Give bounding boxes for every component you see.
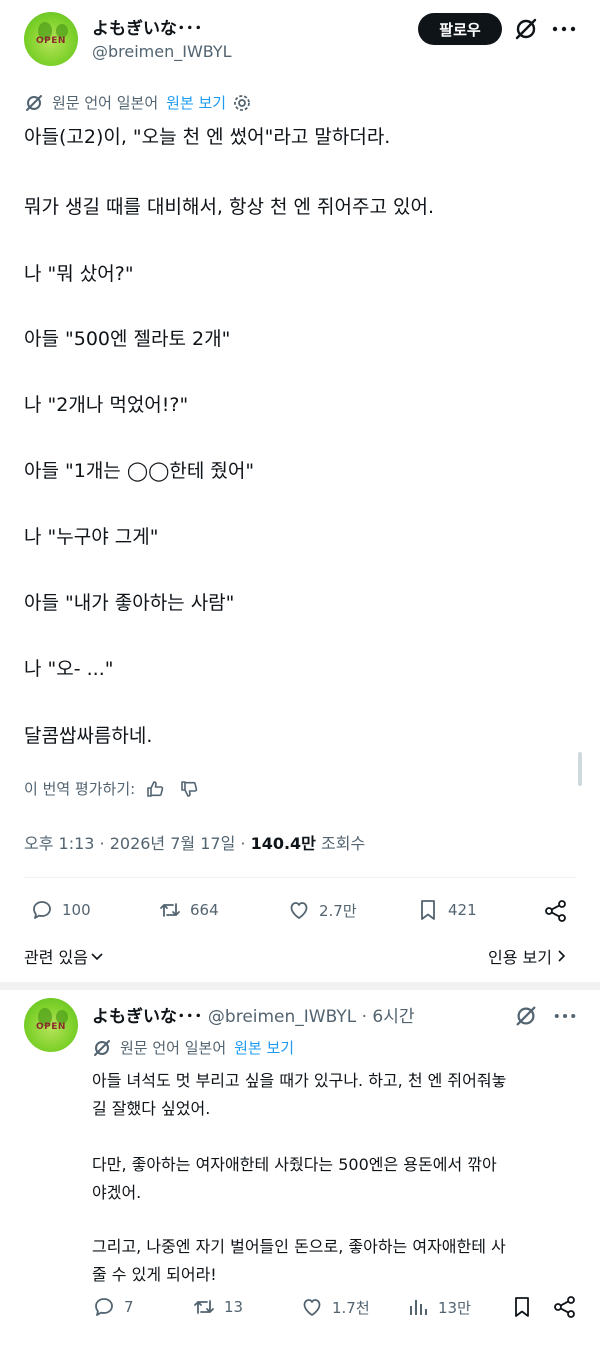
reply-count: 100 <box>62 901 91 919</box>
post-line: 나 "2개나 먹었어!?" <box>24 394 189 416</box>
reply-author-handle[interactable]: @breimen_IWBYL <box>208 1007 356 1027</box>
author-handle[interactable]: @breimen_IWBYL <box>92 42 232 61</box>
retweet-button[interactable]: 664 <box>158 898 219 922</box>
views-label: 조회수 <box>321 834 366 853</box>
views-count: 140.4만 <box>250 834 316 853</box>
reply-retweet-button[interactable]: 13 <box>192 1295 243 1319</box>
views-icon <box>406 1295 438 1319</box>
reply-translation-label: 원문 언어 일본어 <box>120 1039 227 1057</box>
retweet-count: 664 <box>190 901 219 919</box>
bookmark-icon <box>416 898 448 922</box>
reply-like-button[interactable]: 1.7천 <box>300 1295 370 1319</box>
post-line: 아들 "500엔 젤라토 2개" <box>24 328 231 350</box>
thumbs-down-icon[interactable] <box>179 779 199 799</box>
bookmark-count: 421 <box>448 901 477 919</box>
follow-button-label: 팔로우 <box>439 20 481 39</box>
post-line: 나 "오- ..." <box>24 658 114 680</box>
section-divider <box>0 982 600 990</box>
reply-time[interactable]: · 6시간 <box>362 1007 415 1027</box>
share-icon[interactable] <box>543 898 569 924</box>
post-line: 나 "뭐 샀어?" <box>24 263 134 285</box>
reply-author-name[interactable]: よもぎいな･･･ <box>92 1007 203 1027</box>
reply-button[interactable]: 100 <box>30 898 91 922</box>
more-icon[interactable] <box>552 26 576 32</box>
thumbs-up-icon[interactable] <box>145 779 165 799</box>
translation-label: 원문 언어 일본어 <box>52 94 159 112</box>
divider <box>24 877 576 878</box>
reply-view-original-link[interactable]: 원본 보기 <box>234 1037 294 1058</box>
rate-translation-label: 이 번역 평가하기: <box>24 780 136 798</box>
chevron-right-icon <box>556 949 568 963</box>
reply-line: 야겠어. <box>92 1183 142 1202</box>
post-line: 아들 "1개는 ◯◯한테 줬어" <box>24 460 255 482</box>
reply-retweet-count: 13 <box>224 1298 244 1316</box>
reply-header: よもぎいな･･･ @breimen_IWBYL · 6시간 <box>92 1002 415 1027</box>
like-button[interactable]: 2.7만 <box>287 898 357 922</box>
reply-line: 다만, 좋아하는 여자애한테 사줬다는 500엔은 용돈에서 깎아 <box>92 1155 497 1174</box>
grok-icon[interactable] <box>513 16 539 42</box>
reply-reply-count: 7 <box>124 1298 134 1316</box>
reply-icon <box>30 898 62 922</box>
post-line: 나 "누구야 그게" <box>24 526 159 548</box>
reply-avatar[interactable]: OPEN <box>24 998 78 1052</box>
author-name[interactable]: よもぎいな･･･ <box>92 14 203 39</box>
reply-like-count: 1.7천 <box>332 1298 370 1317</box>
share-icon[interactable] <box>552 1294 578 1320</box>
like-count: 2.7만 <box>319 901 357 920</box>
scrollbar[interactable] <box>578 752 582 786</box>
reply-line: 줄 수 있게 되어라! <box>92 1265 217 1284</box>
follow-button[interactable]: 팔로우 <box>418 13 502 45</box>
reply-translation-bar: 원문 언어 일본어 원본 보기 <box>92 1037 294 1058</box>
post-line: 아들(고2)이, "오늘 천 엔 썼어"라고 말하더라. <box>24 126 391 148</box>
avatar-text: OPEN <box>36 1021 66 1032</box>
reply-line: 아들 녀석도 멋 부리고 싶을 때가 있구나. 하고, 천 엔 쥐어줘놓 <box>92 1071 507 1090</box>
view-quotes-link[interactable]: 인용 보기 <box>488 944 568 968</box>
grok-icon[interactable] <box>514 1004 538 1028</box>
reply-icon <box>92 1295 124 1319</box>
retweet-icon <box>158 898 190 922</box>
translation-bar: 원문 언어 일본어 원본 보기 <box>24 92 252 113</box>
reply-line: 길 잘했다 싶었어. <box>92 1099 211 1118</box>
translate-icon <box>92 1038 112 1058</box>
avatar[interactable]: OPEN <box>24 12 78 66</box>
more-icon[interactable] <box>554 1013 576 1019</box>
like-icon <box>300 1295 332 1319</box>
bookmark-icon[interactable] <box>510 1295 534 1319</box>
settings-icon[interactable] <box>232 93 252 113</box>
reply-reply-button[interactable]: 7 <box>92 1295 134 1319</box>
bookmark-button[interactable]: 421 <box>416 898 477 922</box>
related-label: 관련 있음 <box>24 948 88 967</box>
related-toggle[interactable]: 관련 있음 <box>24 944 104 968</box>
rate-translation: 이 번역 평가하기: <box>24 778 199 799</box>
reply-views-button[interactable]: 13만 <box>406 1295 471 1319</box>
like-icon <box>287 898 319 922</box>
reply-line: 그리고, 나중엔 자기 벌어들인 돈으로, 좋아하는 여자애한테 사 <box>92 1237 506 1256</box>
post-timestamp-row: 오후 1:13 · 2026년 7월 17일 · 140.4만 조회수 <box>24 830 365 854</box>
reply-views-count: 13만 <box>438 1298 471 1317</box>
view-original-link[interactable]: 원본 보기 <box>166 92 226 113</box>
post-timestamp[interactable]: 오후 1:13 · 2026년 7월 17일 · <box>24 834 251 853</box>
retweet-icon <box>192 1295 224 1319</box>
chevron-down-icon <box>90 949 104 963</box>
post-line: 달콤쌉싸름하네. <box>24 725 153 747</box>
post-line: 아들 "내가 좋아하는 사람" <box>24 592 235 614</box>
quotes-label: 인용 보기 <box>488 948 552 967</box>
avatar-text: OPEN <box>36 35 66 46</box>
post-line: 뭐가 생길 때를 대비해서, 항상 천 엔 쥐어주고 있어. <box>24 196 434 218</box>
translate-icon <box>24 93 44 113</box>
